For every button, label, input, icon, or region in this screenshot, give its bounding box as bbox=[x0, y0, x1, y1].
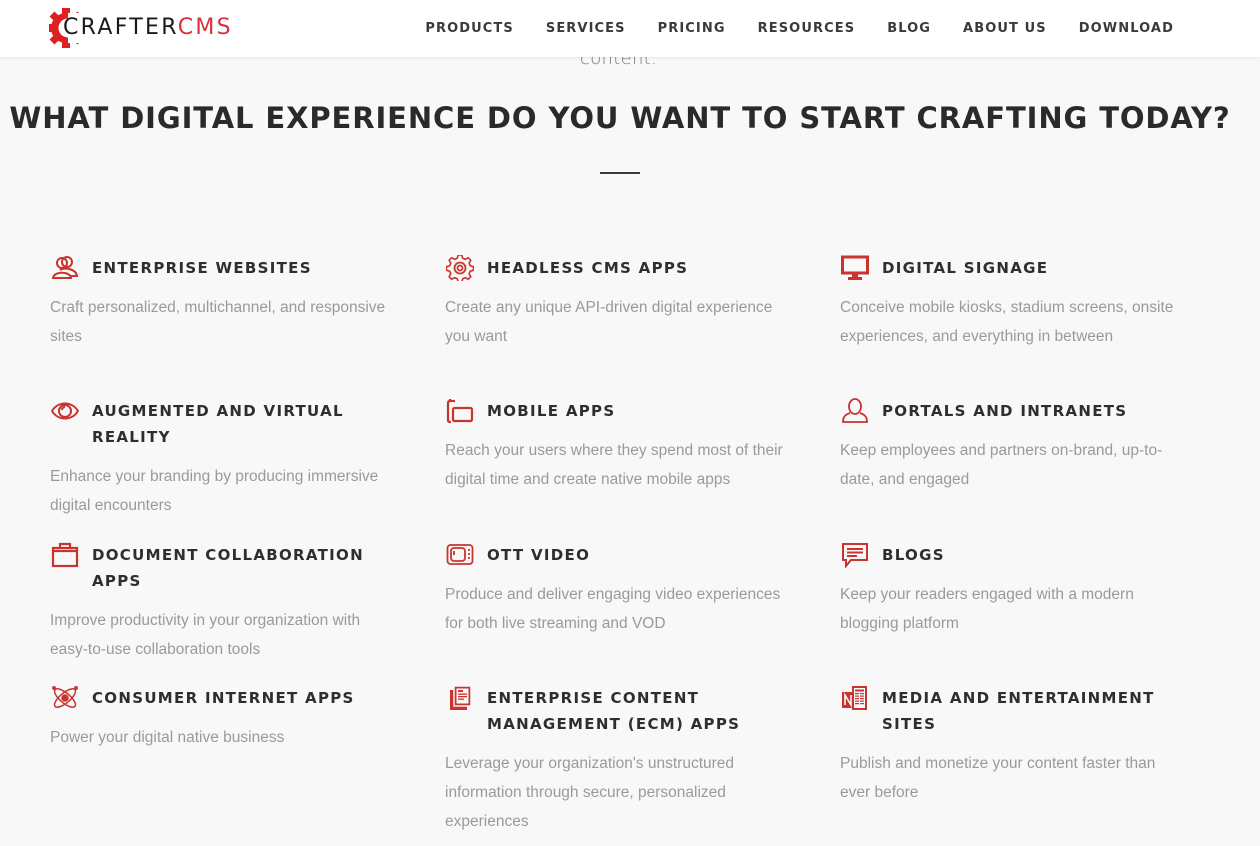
experience-description: Publish and monetize your content faster… bbox=[840, 755, 1156, 801]
experience-description: Leverage your organization's unstructure… bbox=[445, 755, 735, 830]
experience-title[interactable]: PORTALS AND INTRANETS bbox=[882, 398, 1127, 424]
experience-title[interactable]: DIGITAL SIGNAGE bbox=[882, 255, 1048, 281]
experience-description: Conceive mobile kiosks, stadium screens,… bbox=[840, 299, 1174, 345]
chat-bubble-icon bbox=[840, 542, 870, 568]
experience-title[interactable]: MEDIA AND ENTERTAINMENT SITES bbox=[882, 685, 1202, 737]
experience-title[interactable]: BLOGS bbox=[882, 542, 945, 568]
experience-card[interactable]: BLOGS Keep your readers engaged with a m… bbox=[840, 542, 1230, 685]
experience-card[interactable]: MEDIA AND ENTERTAINMENT SITES Publish an… bbox=[840, 685, 1230, 845]
mobile-devices-icon bbox=[445, 398, 475, 424]
gear-icon bbox=[445, 255, 475, 281]
crafter-cms-logo[interactable]: CRAFTERCMS bbox=[46, 7, 231, 49]
site-header: CRAFTERCMS PRODUCTS SERVICES PRICING RES… bbox=[0, 0, 1260, 57]
experience-description: Create any unique API-driven digital exp… bbox=[445, 299, 773, 345]
experience-card[interactable]: CONSUMER INTERNET APPS Power your digita… bbox=[50, 685, 445, 845]
experiences-grid: ENTERPRISE WEBSITES Craft personalized, … bbox=[50, 255, 1230, 845]
documents-icon bbox=[445, 685, 475, 711]
experience-card[interactable]: ENTERPRISE CONTENT MANAGEMENT (ECM) APPS… bbox=[445, 685, 840, 845]
experience-description: Keep employees and partners on-brand, up… bbox=[840, 442, 1163, 488]
tv-icon bbox=[445, 542, 475, 568]
nav-pricing[interactable]: PRICING bbox=[658, 21, 726, 36]
experience-description: Produce and deliver engaging video exper… bbox=[445, 586, 781, 632]
atom-icon bbox=[50, 685, 80, 711]
nav-about-us[interactable]: ABOUT US bbox=[963, 21, 1047, 36]
experience-card[interactable]: OTT VIDEO Produce and deliver engaging v… bbox=[445, 542, 840, 685]
experience-title[interactable]: CONSUMER INTERNET APPS bbox=[92, 685, 355, 711]
experience-description: Craft personalized, multichannel, and re… bbox=[50, 299, 386, 345]
logo-wordmark: CRAFTERCMS bbox=[63, 16, 233, 40]
nav-products[interactable]: PRODUCTS bbox=[425, 21, 514, 36]
experience-description: Reach your users where they spend most o… bbox=[445, 442, 783, 488]
experience-card[interactable]: PORTALS AND INTRANETS Keep employees and… bbox=[840, 398, 1230, 542]
experience-title[interactable]: ENTERPRISE CONTENT MANAGEMENT (ECM) APPS bbox=[487, 685, 807, 737]
experience-card[interactable]: DIGITAL SIGNAGE Conceive mobile kiosks, … bbox=[840, 255, 1230, 398]
title-divider bbox=[600, 172, 640, 174]
nav-services[interactable]: SERVICES bbox=[546, 21, 626, 36]
eye-icon bbox=[50, 398, 80, 424]
experience-description: Power your digital native business bbox=[50, 729, 285, 746]
users-icon bbox=[50, 255, 80, 281]
nav-resources[interactable]: RESOURCES bbox=[758, 21, 856, 36]
nav-download[interactable]: DOWNLOAD bbox=[1079, 21, 1174, 36]
experience-description: Keep your readers engaged with a modern … bbox=[840, 586, 1134, 632]
experience-card[interactable]: MOBILE APPS Reach your users where they … bbox=[445, 398, 840, 542]
experience-description: Enhance your branding by producing immer… bbox=[50, 468, 379, 514]
experience-card[interactable]: DOCUMENT COLLABORATION APPS Improve prod… bbox=[50, 542, 445, 685]
experience-title[interactable]: OTT VIDEO bbox=[487, 542, 590, 568]
logo-text-cms: CMS bbox=[177, 15, 233, 40]
experience-card[interactable]: HEADLESS CMS APPS Create any unique API-… bbox=[445, 255, 840, 398]
experience-card[interactable]: ENTERPRISE WEBSITES Craft personalized, … bbox=[50, 255, 445, 398]
experience-title[interactable]: DOCUMENT COLLABORATION APPS bbox=[92, 542, 412, 594]
nav-blog[interactable]: BLOG bbox=[887, 21, 931, 36]
main-nav: PRODUCTS SERVICES PRICING RESOURCES BLOG… bbox=[425, 0, 1174, 57]
experience-title[interactable]: ENTERPRISE WEBSITES bbox=[92, 255, 312, 281]
experience-title[interactable]: AUGMENTED AND VIRTUAL REALITY bbox=[92, 398, 412, 450]
experience-title[interactable]: MOBILE APPS bbox=[487, 398, 615, 424]
newspaper-icon bbox=[840, 685, 870, 711]
experience-card[interactable]: AUGMENTED AND VIRTUAL REALITY Enhance yo… bbox=[50, 398, 445, 542]
briefcase-icon bbox=[50, 542, 80, 568]
user-icon bbox=[840, 398, 870, 424]
section-title: WHAT DIGITAL EXPERIENCE DO YOU WANT TO S… bbox=[9, 101, 1231, 135]
page: CRAFTERCMS PRODUCTS SERVICES PRICING RES… bbox=[0, 0, 1260, 846]
monitor-icon bbox=[840, 255, 870, 281]
logo-text-crafter: CRAFTER bbox=[63, 15, 178, 40]
experience-title[interactable]: HEADLESS CMS APPS bbox=[487, 255, 688, 281]
experience-description: Improve productivity in your organizatio… bbox=[50, 612, 361, 658]
